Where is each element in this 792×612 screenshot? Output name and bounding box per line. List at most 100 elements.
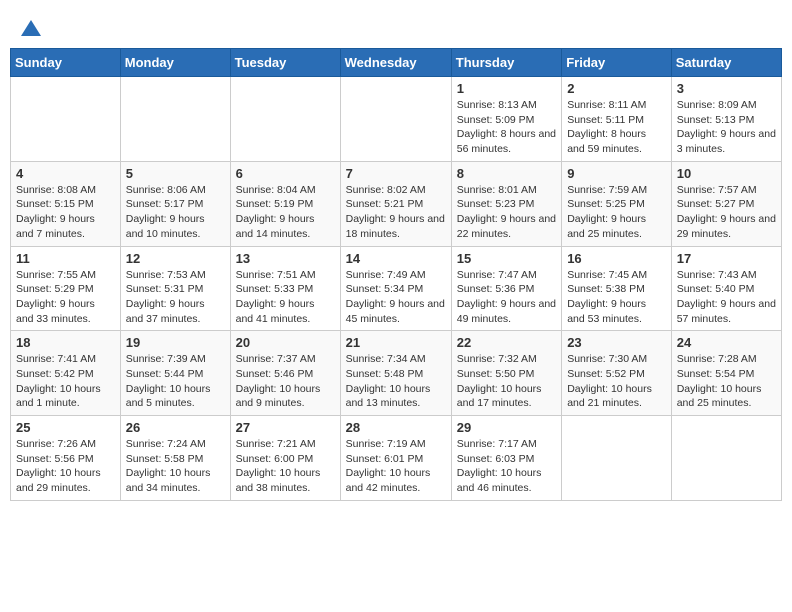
day-number: 3 bbox=[677, 81, 776, 96]
calendar-cell: 7 Sunrise: 8:02 AM Sunset: 5:21 PM Daylig… bbox=[340, 161, 451, 246]
calendar-cell: 25 Sunrise: 7:26 AM Sunset: 5:56 PM Dayli… bbox=[11, 416, 121, 501]
day-info: Sunrise: 7:57 AM Sunset: 5:27 PM Dayligh… bbox=[677, 183, 776, 242]
calendar-cell: 6 Sunrise: 8:04 AM Sunset: 5:19 PM Daylig… bbox=[230, 161, 340, 246]
calendar-cell: 20Sunrise: 7:37 AM Sunset: 5:46 PM Dayli… bbox=[230, 331, 340, 416]
day-number: 13 bbox=[236, 251, 335, 266]
calendar-cell bbox=[562, 416, 672, 501]
calendar-cell: 13 Sunrise: 7:51 AM Sunset: 5:33 PM Dayli… bbox=[230, 246, 340, 331]
calendar-cell: 4Sunrise: 8:08 AM Sunset: 5:15 PM Daylig… bbox=[11, 161, 121, 246]
logo-icon bbox=[21, 18, 41, 38]
day-number: 7 bbox=[346, 166, 446, 181]
calendar-cell: 11Sunrise: 7:55 AM Sunset: 5:29 PM Dayli… bbox=[11, 246, 121, 331]
day-info: Sunrise: 7:59 AM Sunset: 5:25 PM Dayligh… bbox=[567, 183, 666, 242]
day-number: 12 bbox=[126, 251, 225, 266]
day-number: 18 bbox=[16, 335, 115, 350]
day-number: 9 bbox=[567, 166, 666, 181]
calendar-cell: 22 Sunrise: 7:32 AM Sunset: 5:50 PM Dayli… bbox=[451, 331, 561, 416]
day-info: Sunrise: 7:45 AM Sunset: 5:38 PM Dayligh… bbox=[567, 268, 666, 327]
day-number: 16 bbox=[567, 251, 666, 266]
day-number: 19 bbox=[126, 335, 225, 350]
calendar-cell: 8 Sunrise: 8:01 AM Sunset: 5:23 PM Daylig… bbox=[451, 161, 561, 246]
calendar-cell: 21 Sunrise: 7:34 AM Sunset: 5:48 PM Dayli… bbox=[340, 331, 451, 416]
day-info: Sunrise: 7:41 AM Sunset: 5:42 PM Dayligh… bbox=[16, 352, 115, 411]
day-info: Sunrise: 8:09 AM Sunset: 5:13 PM Dayligh… bbox=[677, 98, 776, 157]
day-info: Sunrise: 8:13 AM Sunset: 5:09 PM Dayligh… bbox=[457, 98, 556, 157]
day-number: 1 bbox=[457, 81, 556, 96]
logo bbox=[20, 18, 43, 38]
day-number: 17 bbox=[677, 251, 776, 266]
day-number: 27 bbox=[236, 420, 335, 435]
day-info: Sunrise: 7:34 AM Sunset: 5:48 PM Dayligh… bbox=[346, 352, 446, 411]
calendar-header-sunday: Sunday bbox=[11, 49, 121, 77]
day-info: Sunrise: 7:51 AM Sunset: 5:33 PM Dayligh… bbox=[236, 268, 335, 327]
calendar-cell bbox=[11, 77, 121, 162]
day-number: 26 bbox=[126, 420, 225, 435]
calendar-week-row: 4Sunrise: 8:08 AM Sunset: 5:15 PM Daylig… bbox=[11, 161, 782, 246]
calendar-header-tuesday: Tuesday bbox=[230, 49, 340, 77]
day-number: 24 bbox=[677, 335, 776, 350]
calendar-cell: 3 Sunrise: 8:09 AM Sunset: 5:13 PM Daylig… bbox=[671, 77, 781, 162]
day-number: 25 bbox=[16, 420, 115, 435]
calendar-cell bbox=[340, 77, 451, 162]
day-info: Sunrise: 7:39 AM Sunset: 5:44 PM Dayligh… bbox=[126, 352, 225, 411]
calendar-header-friday: Friday bbox=[562, 49, 672, 77]
day-number: 5 bbox=[126, 166, 225, 181]
day-number: 14 bbox=[346, 251, 446, 266]
calendar-cell: 18 Sunrise: 7:41 AM Sunset: 5:42 PM Dayli… bbox=[11, 331, 121, 416]
calendar-week-row: 18 Sunrise: 7:41 AM Sunset: 5:42 PM Dayli… bbox=[11, 331, 782, 416]
calendar-cell: 5Sunrise: 8:06 AM Sunset: 5:17 PM Daylig… bbox=[120, 161, 230, 246]
day-info: Sunrise: 7:55 AM Sunset: 5:29 PM Dayligh… bbox=[16, 268, 115, 327]
day-info: Sunrise: 7:30 AM Sunset: 5:52 PM Dayligh… bbox=[567, 352, 666, 411]
calendar-header-wednesday: Wednesday bbox=[340, 49, 451, 77]
day-info: Sunrise: 8:02 AM Sunset: 5:21 PM Dayligh… bbox=[346, 183, 446, 242]
day-number: 23 bbox=[567, 335, 666, 350]
calendar-cell: 14 Sunrise: 7:49 AM Sunset: 5:34 PM Dayli… bbox=[340, 246, 451, 331]
calendar-cell: 27 Sunrise: 7:21 AM Sunset: 6:00 PM Dayli… bbox=[230, 416, 340, 501]
day-info: Sunrise: 7:17 AM Sunset: 6:03 PM Dayligh… bbox=[457, 437, 556, 496]
day-info: Sunrise: 8:04 AM Sunset: 5:19 PM Dayligh… bbox=[236, 183, 335, 242]
calendar-week-row: 1 Sunrise: 8:13 AM Sunset: 5:09 PM Daylig… bbox=[11, 77, 782, 162]
day-number: 20 bbox=[236, 335, 335, 350]
day-info: Sunrise: 8:11 AM Sunset: 5:11 PM Dayligh… bbox=[567, 98, 666, 157]
day-number: 28 bbox=[346, 420, 446, 435]
calendar-week-row: 11Sunrise: 7:55 AM Sunset: 5:29 PM Dayli… bbox=[11, 246, 782, 331]
calendar-week-row: 25 Sunrise: 7:26 AM Sunset: 5:56 PM Dayli… bbox=[11, 416, 782, 501]
day-info: Sunrise: 8:01 AM Sunset: 5:23 PM Dayligh… bbox=[457, 183, 556, 242]
calendar-cell: 12 Sunrise: 7:53 AM Sunset: 5:31 PM Dayli… bbox=[120, 246, 230, 331]
day-number: 6 bbox=[236, 166, 335, 181]
calendar-header-saturday: Saturday bbox=[671, 49, 781, 77]
calendar-cell: 23 Sunrise: 7:30 AM Sunset: 5:52 PM Dayli… bbox=[562, 331, 672, 416]
calendar-cell: 29Sunrise: 7:17 AM Sunset: 6:03 PM Dayli… bbox=[451, 416, 561, 501]
calendar-cell: 16 Sunrise: 7:45 AM Sunset: 5:38 PM Dayli… bbox=[562, 246, 672, 331]
day-info: Sunrise: 7:26 AM Sunset: 5:56 PM Dayligh… bbox=[16, 437, 115, 496]
day-number: 8 bbox=[457, 166, 556, 181]
calendar-cell bbox=[671, 416, 781, 501]
day-number: 10 bbox=[677, 166, 776, 181]
day-number: 2 bbox=[567, 81, 666, 96]
day-number: 21 bbox=[346, 335, 446, 350]
calendar-cell bbox=[230, 77, 340, 162]
calendar-cell: 9 Sunrise: 7:59 AM Sunset: 5:25 PM Daylig… bbox=[562, 161, 672, 246]
calendar-cell: 1 Sunrise: 8:13 AM Sunset: 5:09 PM Daylig… bbox=[451, 77, 561, 162]
calendar-header-monday: Monday bbox=[120, 49, 230, 77]
day-info: Sunrise: 7:32 AM Sunset: 5:50 PM Dayligh… bbox=[457, 352, 556, 411]
calendar-header-thursday: Thursday bbox=[451, 49, 561, 77]
calendar-cell: 28 Sunrise: 7:19 AM Sunset: 6:01 PM Dayli… bbox=[340, 416, 451, 501]
day-info: Sunrise: 7:47 AM Sunset: 5:36 PM Dayligh… bbox=[457, 268, 556, 327]
day-info: Sunrise: 7:43 AM Sunset: 5:40 PM Dayligh… bbox=[677, 268, 776, 327]
day-number: 22 bbox=[457, 335, 556, 350]
day-info: Sunrise: 7:19 AM Sunset: 6:01 PM Dayligh… bbox=[346, 437, 446, 496]
header bbox=[10, 10, 782, 42]
day-info: Sunrise: 7:53 AM Sunset: 5:31 PM Dayligh… bbox=[126, 268, 225, 327]
day-number: 4 bbox=[16, 166, 115, 181]
day-number: 15 bbox=[457, 251, 556, 266]
calendar-header-row: SundayMondayTuesdayWednesdayThursdayFrid… bbox=[11, 49, 782, 77]
day-info: Sunrise: 7:49 AM Sunset: 5:34 PM Dayligh… bbox=[346, 268, 446, 327]
calendar-cell: 19 Sunrise: 7:39 AM Sunset: 5:44 PM Dayli… bbox=[120, 331, 230, 416]
calendar-table: SundayMondayTuesdayWednesdayThursdayFrid… bbox=[10, 48, 782, 501]
calendar-cell: 10 Sunrise: 7:57 AM Sunset: 5:27 PM Dayli… bbox=[671, 161, 781, 246]
calendar-cell: 26Sunrise: 7:24 AM Sunset: 5:58 PM Dayli… bbox=[120, 416, 230, 501]
day-info: Sunrise: 7:21 AM Sunset: 6:00 PM Dayligh… bbox=[236, 437, 335, 496]
calendar-cell: 24Sunrise: 7:28 AM Sunset: 5:54 PM Dayli… bbox=[671, 331, 781, 416]
calendar-cell: 2 Sunrise: 8:11 AM Sunset: 5:11 PM Daylig… bbox=[562, 77, 672, 162]
